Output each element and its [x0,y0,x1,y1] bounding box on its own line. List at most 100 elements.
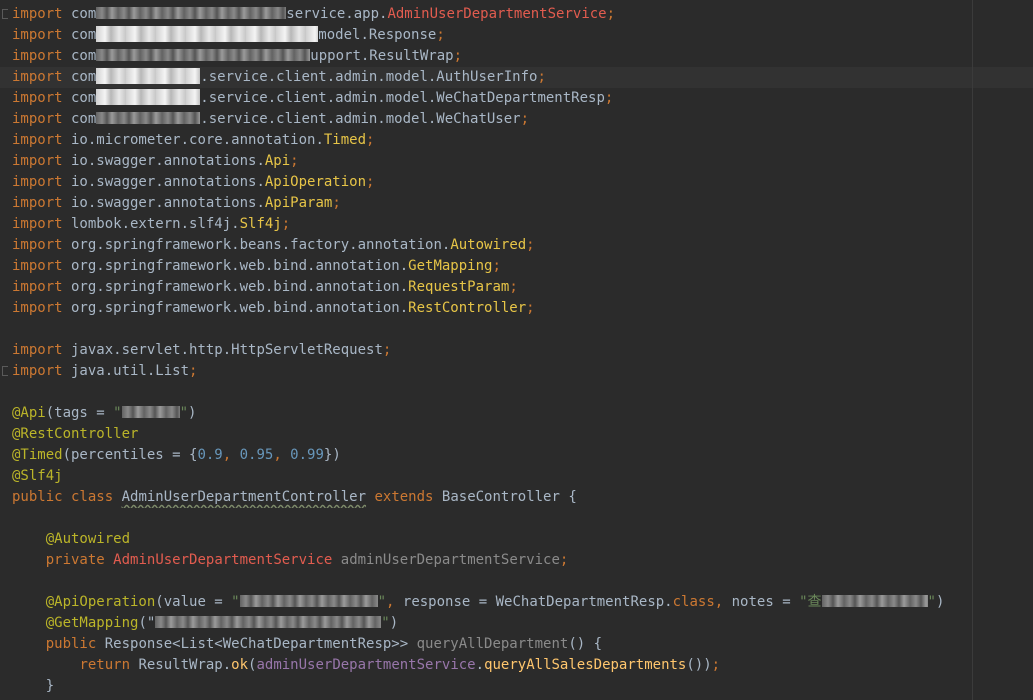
code-line[interactable]: import com .service.client.admin.model.Au… [12,67,1027,88]
code-line[interactable]: import io.swagger.annotations.ApiOperati… [12,172,1027,193]
code-token: com [62,90,97,106]
code-line[interactable]: @RestController [12,424,1027,445]
code-token: @Api [12,405,46,421]
code-token: public [45,636,97,652]
code-token: .service.client.admin.model.AuthUserInfo [200,69,538,85]
code-line[interactable]: private AdminUserDepartmentService admin… [12,550,1027,571]
redacted-text [96,112,201,124]
code-token: } [12,678,55,694]
code-line[interactable]: import com .service.client.admin.model.We… [12,88,1027,109]
code-token: ; [526,237,535,253]
code-token: import [12,111,63,127]
code-token: ) [935,594,945,610]
code-token: adminUserDepartmentService [256,657,476,673]
code-line[interactable]: import org.springframework.web.bind.anno… [12,298,1027,319]
code-token: Response<List<WeChatDepartmentResp>> [96,636,417,652]
code-token: ; [436,27,445,43]
code-editor[interactable]: import com service.app.AdminUserDepartmen… [0,0,1033,700]
code-token: 0.99 [290,447,324,463]
code-token: ; [366,174,375,190]
code-line[interactable]: @GetMapping(" ") [12,613,1027,634]
code-line[interactable]: import io.micrometer.core.annotation.Tim… [12,130,1027,151]
code-token: ; [453,48,463,64]
code-token: queryAllSalesDepartments [484,657,687,673]
code-token: "查 [799,594,822,610]
code-token: ; [606,6,616,22]
code-token: ) [188,405,197,421]
code-token: (tags = [45,405,114,421]
code-token: com [62,48,97,64]
code-token: org.springframework.beans.factory.annota… [62,237,451,253]
code-token: model.Response [318,27,437,43]
code-line[interactable]: import org.springframework.beans.factory… [12,235,1027,256]
code-line[interactable]: public class AdminUserDepartmentControll… [12,487,1027,508]
code-token: import [12,69,63,85]
code-token: @ApiOperation [45,594,156,610]
code-line[interactable]: } [12,676,1027,697]
code-token: 0.9 [197,447,223,463]
code-line[interactable]: @Timed(percentiles = {0.9, 0.95, 0.99}) [12,445,1027,466]
code-line[interactable]: @ApiOperation(value = " ", response = WeC… [12,592,1027,613]
code-token: io.swagger.annotations. [62,195,265,211]
code-token: ; [509,279,518,295]
code-line[interactable]: import javax.servlet.http.HttpServletReq… [12,340,1027,361]
code-token: ; [290,153,299,169]
code-line[interactable]: import lombok.extern.slf4j.Slf4j; [12,214,1027,235]
code-token: ApiParam [264,195,333,211]
code-token: ; [520,111,530,127]
redacted-text [96,7,287,19]
code-token: ; [604,90,614,106]
code-token: import [12,6,63,22]
code-token: }) [323,447,341,463]
code-token: , [222,447,240,463]
code-line[interactable] [12,571,1027,592]
code-token: AdminUserDepartmentService [387,6,607,22]
code-token: ; [526,300,535,316]
code-line[interactable]: return ResultWrap.ok(adminUserDepartment… [12,655,1027,676]
code-line[interactable]: import org.springframework.web.bind.anno… [12,256,1027,277]
code-line[interactable]: @Api(tags = " ") [12,403,1027,424]
code-token: " [381,615,390,631]
redacted-text [821,595,928,607]
code-token: ResultWrap. [130,657,232,673]
code-token: Timed [323,132,367,148]
code-token: com [62,69,97,85]
code-line[interactable]: @Slf4j [12,466,1027,487]
code-token: ok [231,657,249,673]
code-token: " [113,405,122,421]
code-line[interactable]: import io.swagger.annotations.Api; [12,151,1027,172]
code-token: Slf4j [239,216,282,232]
code-token: extends [374,489,434,505]
code-token: import [12,153,63,169]
code-line[interactable]: import io.swagger.annotations.ApiParam; [12,193,1027,214]
code-line[interactable]: public Response<List<WeChatDepartmentRes… [12,634,1027,655]
code-token: " [179,405,189,421]
code-token: @Slf4j [12,468,63,484]
code-line[interactable]: import org.springframework.web.bind.anno… [12,277,1027,298]
code-line[interactable]: import java.util.List; [12,361,1027,382]
code-line[interactable] [12,319,1027,340]
code-token: ; [537,69,546,85]
code-line[interactable] [12,508,1027,529]
code-token: " [927,594,936,610]
code-token: adminUserDepartmentService [340,552,560,568]
code-token: ; [711,657,721,673]
code-token: () { [568,636,603,652]
code-token: class [672,594,715,610]
fold-marker-icon[interactable] [2,366,8,376]
code-area[interactable]: import com service.app.AdminUserDepartmen… [12,4,1027,700]
code-token: ApiOperation [264,174,367,190]
code-line[interactable]: @Autowired [12,529,1027,550]
fold-marker-icon[interactable] [2,9,8,19]
code-token: response = WeChatDepartmentResp. [402,594,673,610]
code-line[interactable]: import com .service.client.admin.model.We… [12,109,1027,130]
code-token: (percentiles = { [62,447,198,463]
code-line[interactable]: import com model.Response; [12,25,1027,46]
code-line[interactable] [12,382,1027,403]
code-line[interactable]: import com service.app.AdminUserDepartmen… [12,4,1027,25]
code-line[interactable]: import com upport.ResultWrap; [12,46,1027,67]
code-token: org.springframework.web.bind.annotation. [62,258,409,274]
